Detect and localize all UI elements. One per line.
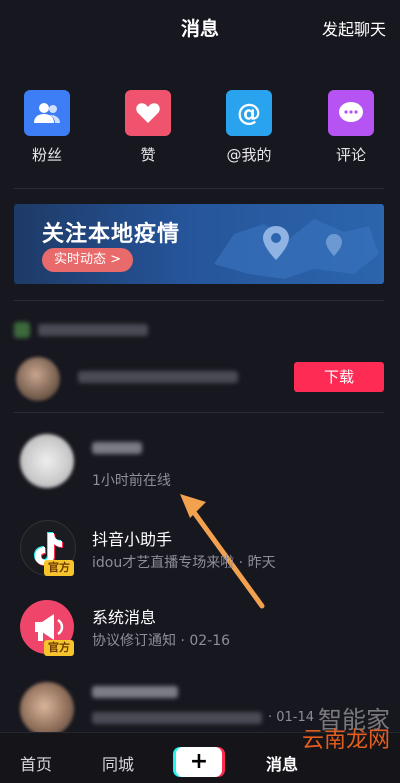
last-seen-text: 1小时前在线 xyxy=(92,473,171,489)
tab-home[interactable]: 首页 xyxy=(20,751,52,775)
divider xyxy=(14,412,384,413)
suggestion-name-blur xyxy=(78,371,238,383)
list-item[interactable]: 官方 抖音小助手 idou才艺直播专场来啦 · 昨天 xyxy=(0,514,400,584)
suggestion-icon xyxy=(14,322,30,338)
official-badge: 官方 xyxy=(44,560,74,576)
contact-name-blur xyxy=(92,686,178,698)
fans-icon xyxy=(24,90,70,136)
message-preview: idou才艺直播专场来啦 · 昨天 xyxy=(92,555,276,571)
quick-action-label: 粉丝 xyxy=(31,146,62,164)
quick-action-label: @我的 xyxy=(226,146,272,164)
divider xyxy=(14,188,384,189)
live-updates-button[interactable]: 实时动态 > xyxy=(42,248,134,272)
tab-city[interactable]: 同城 xyxy=(102,751,134,775)
create-button[interactable]: + xyxy=(176,747,222,777)
suggestion-header-blur xyxy=(38,324,148,336)
quick-action-label: 评论 xyxy=(335,146,366,164)
start-chat-button[interactable]: 发起聊天 xyxy=(322,16,386,40)
quick-action-label: 赞 xyxy=(140,146,156,164)
message-preview-blur xyxy=(92,712,262,724)
heart-icon xyxy=(125,90,171,136)
quick-action-comments[interactable]: 评论 xyxy=(316,90,386,165)
download-button[interactable]: 下载 xyxy=(294,362,384,392)
tab-messages[interactable]: 消息 xyxy=(266,751,298,775)
map-illustration xyxy=(214,219,379,279)
banner-title: 关注本地疫情 xyxy=(42,222,181,247)
quick-action-mentions[interactable]: @ @我的 xyxy=(214,90,284,165)
watermark: 云南龙网 xyxy=(301,728,390,753)
avatar[interactable] xyxy=(16,357,60,401)
list-item[interactable]: 官方 系统消息 协议修订通知 · 02-16 xyxy=(0,594,400,664)
contact-name: 抖音小助手 xyxy=(92,530,173,549)
comment-icon xyxy=(328,90,374,136)
quick-action-fans[interactable]: 粉丝 xyxy=(12,90,82,165)
epidemic-banner[interactable]: 关注本地疫情 实时动态 > xyxy=(14,204,384,284)
quick-action-likes[interactable]: 赞 xyxy=(113,90,183,165)
divider xyxy=(14,300,384,301)
avatar xyxy=(20,682,74,736)
official-badge: 官方 xyxy=(44,640,74,656)
contact-name-blur xyxy=(92,442,142,454)
avatar xyxy=(20,434,74,488)
contact-name: 系统消息 xyxy=(92,608,157,627)
message-preview: 协议修订通知 · 02-16 xyxy=(92,633,231,649)
at-icon: @ xyxy=(226,90,272,136)
